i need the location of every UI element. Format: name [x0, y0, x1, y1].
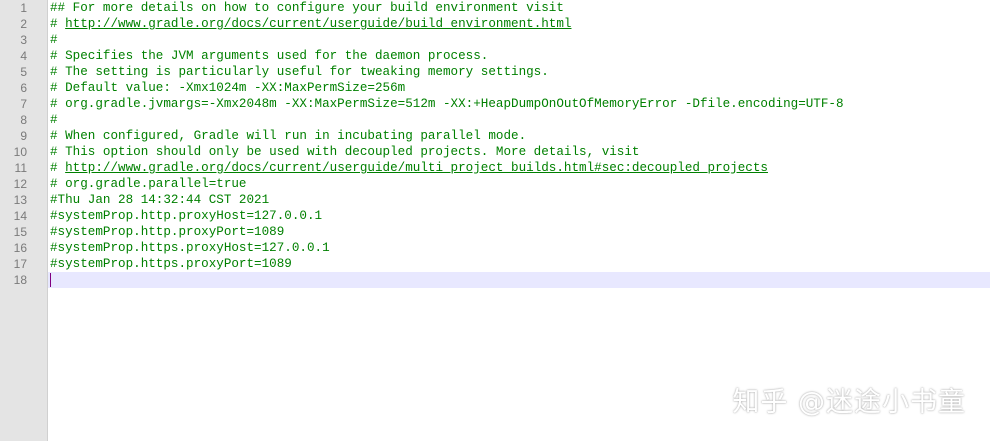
- line-number: 2: [20, 17, 27, 31]
- comment-text: ## For more details on how to configure …: [50, 1, 564, 15]
- code-editor[interactable]: 1 2 3 4 5 6 7 8 9 10 11 12 13 14 15 16 17 18 ## For more …: [0, 0, 990, 441]
- line-number: 1: [20, 1, 27, 15]
- comment-text: # When configured, Gradle will run in in…: [50, 129, 527, 143]
- line-number-gutter: 1 2 3 4 5 6 7 8 9 10 11 12 13 14 15 16 17 18: [0, 0, 48, 441]
- comment-text: #systemProp.https.proxyHost=127.0.0.1: [50, 241, 330, 255]
- code-line[interactable]: ## For more details on how to configure …: [48, 0, 990, 16]
- comment-text: #systemProp.https.proxyPort=1089: [50, 257, 292, 271]
- code-line[interactable]: # http://www.gradle.org/docs/current/use…: [48, 160, 990, 176]
- line-number: 8: [20, 113, 27, 127]
- line-number: 6: [20, 81, 27, 95]
- code-line[interactable]: # org.gradle.parallel=true: [48, 176, 990, 192]
- line-number: 14: [13, 209, 27, 223]
- code-line[interactable]: # This option should only be used with d…: [48, 144, 990, 160]
- comment-prefix: #: [50, 17, 66, 31]
- code-area[interactable]: ## For more details on how to configure …: [48, 0, 990, 441]
- line-number: 9: [20, 129, 27, 143]
- comment-text: #Thu Jan 28 14:32:44 CST 2021: [50, 193, 270, 207]
- url-link[interactable]: http://www.gradle.org/docs/current/userg…: [65, 17, 571, 31]
- comment-text: # org.gradle.jvmargs=-Xmx2048m -XX:MaxPe…: [50, 97, 844, 111]
- comment-text: #systemProp.http.proxyPort=1089: [50, 225, 285, 239]
- comment-text: # Specifies the JVM arguments used for t…: [50, 49, 489, 63]
- line-number: 10: [13, 145, 27, 159]
- comment-text: # Default value: -Xmx1024m -XX:MaxPermSi…: [50, 81, 406, 95]
- watermark: 知乎 @迷途小书童: [732, 387, 966, 418]
- line-number: 3: [20, 33, 27, 47]
- code-line[interactable]: #systemProp.https.proxyHost=127.0.0.1: [48, 240, 990, 256]
- code-line[interactable]: # Specifies the JVM arguments used for t…: [48, 48, 990, 64]
- line-number: 15: [13, 225, 27, 239]
- code-line[interactable]: #systemProp.http.proxyHost=127.0.0.1: [48, 208, 990, 224]
- comment-text: # This option should only be used with d…: [50, 145, 640, 159]
- line-number: 4: [20, 49, 27, 63]
- code-line[interactable]: # Default value: -Xmx1024m -XX:MaxPermSi…: [48, 80, 990, 96]
- line-number: 12: [13, 177, 27, 191]
- code-line[interactable]: #Thu Jan 28 14:32:44 CST 2021: [48, 192, 990, 208]
- line-number: 11: [14, 161, 27, 175]
- url-link[interactable]: http://www.gradle.org/docs/current/userg…: [65, 161, 768, 175]
- line-number: 17: [13, 257, 27, 271]
- comment-text: #: [50, 33, 58, 47]
- text-caret: [50, 272, 51, 287]
- comment-prefix: #: [50, 161, 66, 175]
- code-line[interactable]: #: [48, 112, 990, 128]
- code-line[interactable]: #systemProp.http.proxyPort=1089: [48, 224, 990, 240]
- comment-text: # The setting is particularly useful for…: [50, 65, 549, 79]
- comment-text: # org.gradle.parallel=true: [50, 177, 247, 191]
- line-number: 7: [20, 97, 27, 111]
- line-number: 13: [13, 193, 27, 207]
- code-line[interactable]: # org.gradle.jvmargs=-Xmx2048m -XX:MaxPe…: [48, 96, 990, 112]
- comment-text: #: [50, 113, 58, 127]
- line-number: 5: [20, 65, 27, 79]
- code-line[interactable]: #: [48, 32, 990, 48]
- code-line[interactable]: #systemProp.https.proxyPort=1089: [48, 256, 990, 272]
- code-line[interactable]: # When configured, Gradle will run in in…: [48, 128, 990, 144]
- line-number: 16: [13, 241, 27, 255]
- comment-text: #systemProp.http.proxyHost=127.0.0.1: [50, 209, 323, 223]
- code-line-current[interactable]: [48, 272, 990, 288]
- code-line[interactable]: # http://www.gradle.org/docs/current/use…: [48, 16, 990, 32]
- line-number: 18: [13, 273, 27, 287]
- code-line[interactable]: # The setting is particularly useful for…: [48, 64, 990, 80]
